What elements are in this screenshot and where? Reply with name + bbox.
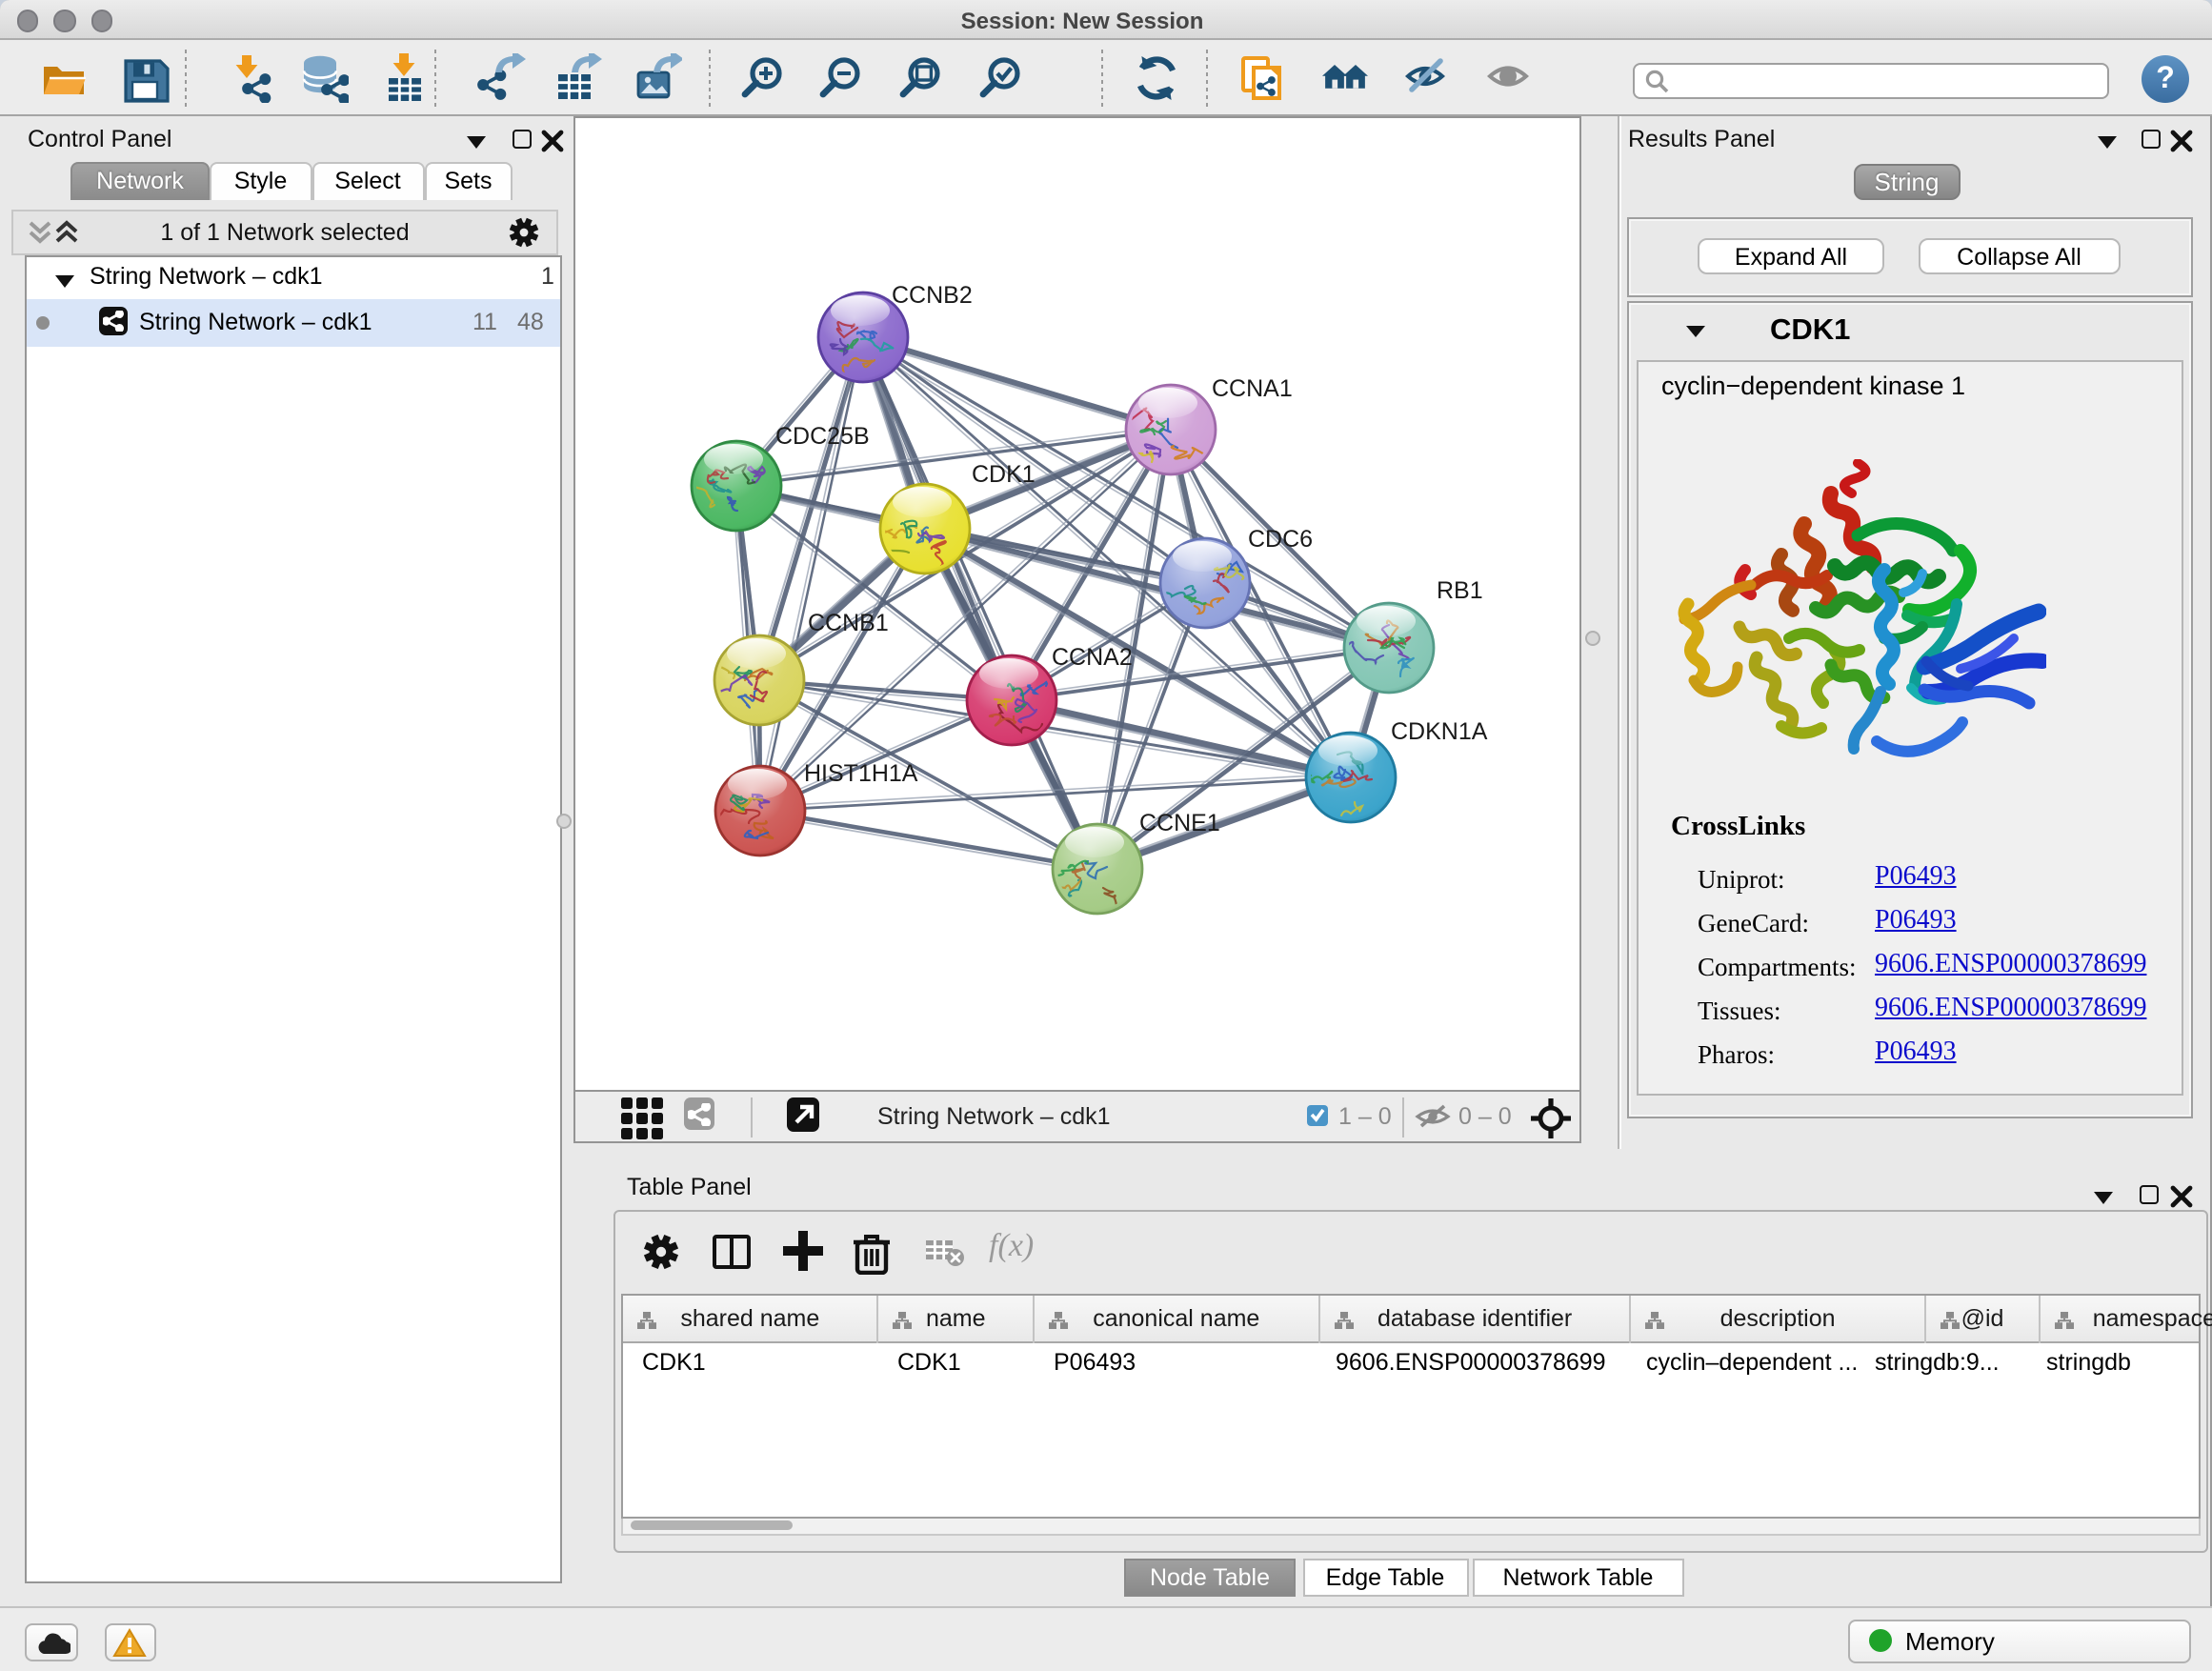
svg-text:CCNB2: CCNB2 bbox=[891, 282, 972, 309]
svg-text:HIST1H1A: HIST1H1A bbox=[803, 760, 917, 787]
svg-text:CCNA1: CCNA1 bbox=[1211, 375, 1292, 402]
svg-text:CCNE1: CCNE1 bbox=[1138, 810, 1219, 836]
svg-text:CDC6: CDC6 bbox=[1247, 526, 1312, 553]
svg-text:CDK1: CDK1 bbox=[971, 461, 1035, 488]
svg-text:CCNA2: CCNA2 bbox=[1051, 644, 1132, 671]
svg-text:CDKN1A: CDKN1A bbox=[1390, 718, 1487, 745]
svg-text:CDC25B: CDC25B bbox=[774, 423, 869, 450]
svg-text:RB1: RB1 bbox=[1436, 577, 1482, 604]
svg-text:CCNB1: CCNB1 bbox=[807, 610, 888, 636]
